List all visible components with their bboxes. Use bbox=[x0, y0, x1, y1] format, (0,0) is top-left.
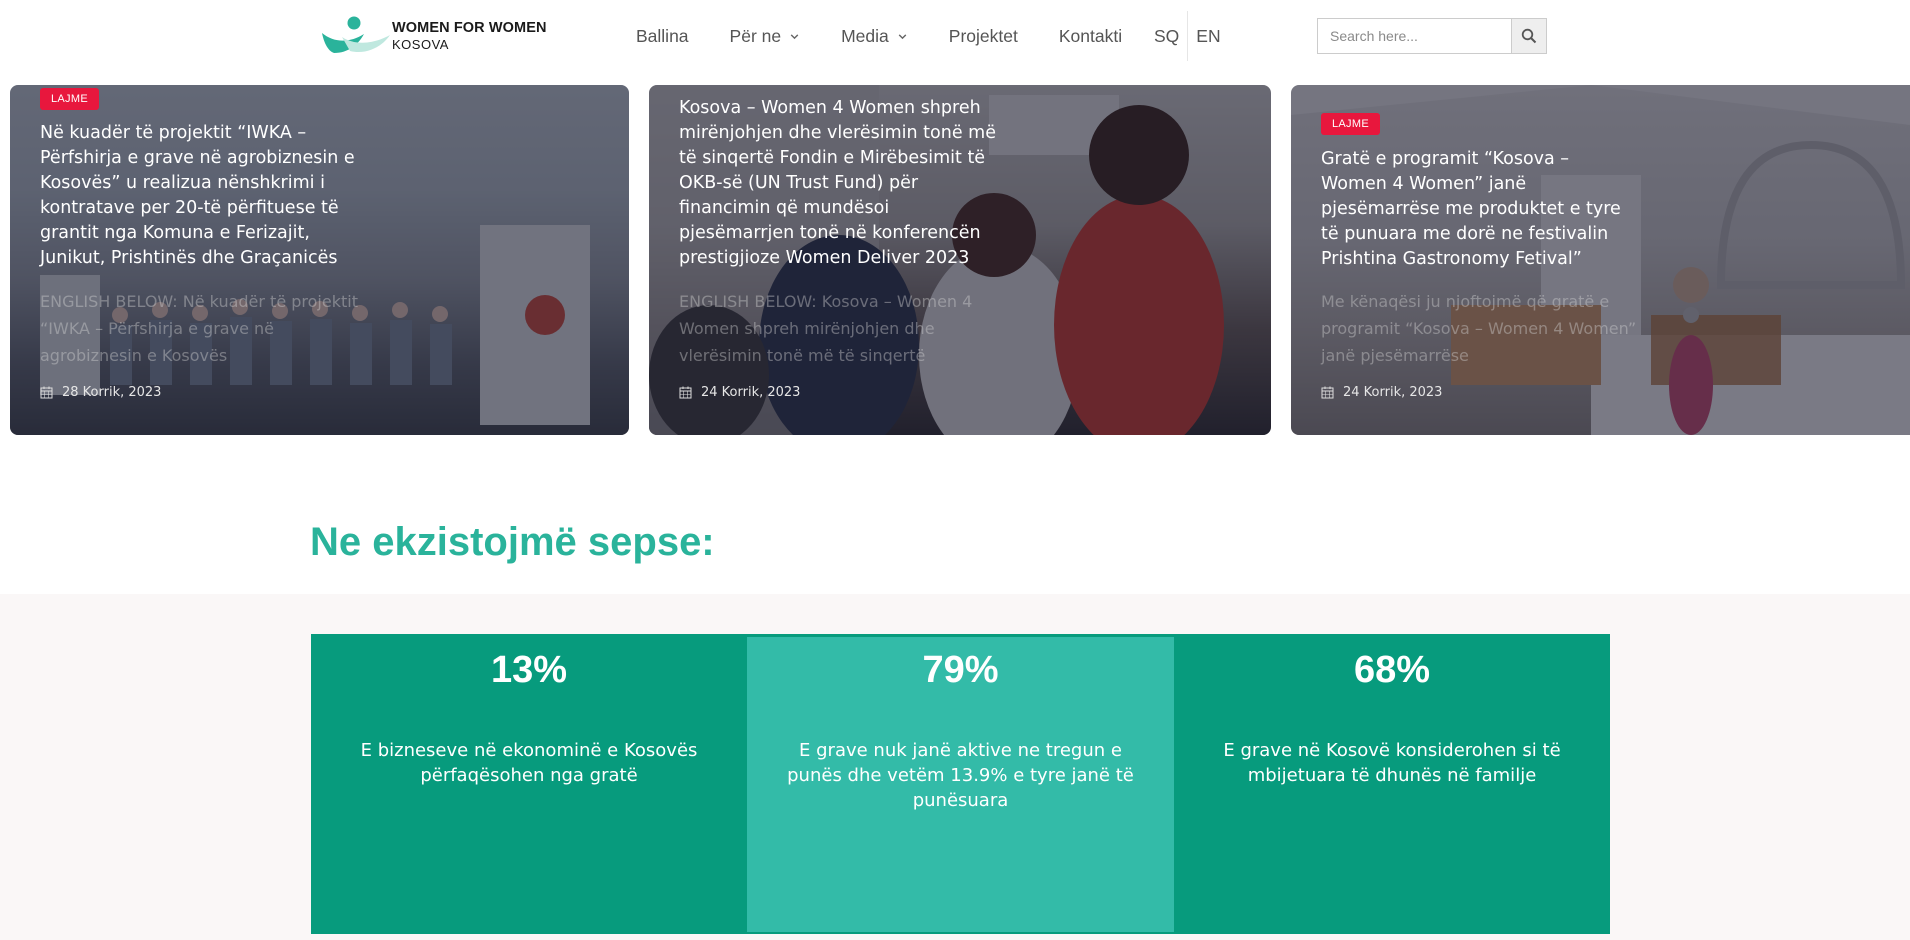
stat-value: 13% bbox=[490, 649, 568, 691]
card-excerpt: Me kënaqësi ju njoftojmë që gratë e prog… bbox=[1321, 292, 1637, 365]
chevron-down-icon bbox=[790, 33, 799, 39]
category-badge[interactable]: LAJME bbox=[40, 88, 99, 110]
card-title[interactable]: Kosova – Women 4 Women shpreh mirënjohje… bbox=[679, 96, 999, 271]
nav-item-per-ne[interactable]: Për ne bbox=[730, 26, 801, 47]
category-badge[interactable]: LAJME bbox=[1321, 113, 1380, 135]
nav-item-projektet[interactable]: Projektet bbox=[949, 26, 1018, 47]
logo-subtitle: KOSOVA bbox=[392, 36, 449, 52]
stat-description: E bizneseve në ekonominë e Kosovës përfa… bbox=[360, 740, 698, 786]
stat-block: 68% E grave në Kosovë konsiderohen si të… bbox=[1174, 634, 1610, 934]
site-header: WOMEN FOR WOMEN KOSOVA Ballina Për ne Me… bbox=[0, 0, 1910, 72]
stat-value: 68% bbox=[1353, 649, 1431, 691]
site-logo[interactable]: WOMEN FOR WOMEN KOSOVA bbox=[320, 15, 552, 57]
nav-label: Ballina bbox=[636, 25, 689, 46]
card-excerpt: ENGLISH BELOW: Në kuadër të projektit “I… bbox=[40, 292, 358, 365]
date-text: 24 Korrik, 2023 bbox=[701, 385, 801, 400]
date-text: 28 Korrik, 2023 bbox=[62, 385, 162, 400]
search-input[interactable] bbox=[1317, 18, 1511, 54]
news-card[interactable]: Kosova – Women 4 Women shpreh mirënjohje… bbox=[649, 85, 1271, 435]
card-date: 24 Korrik, 2023 bbox=[1321, 385, 1442, 400]
lang-en[interactable]: EN bbox=[1196, 26, 1220, 47]
lang-sq[interactable]: SQ bbox=[1154, 26, 1179, 47]
card-date: 28 Korrik, 2023 bbox=[40, 385, 161, 400]
card-title[interactable]: Në kuadër të projektit “IWKA – Përfshirj… bbox=[40, 121, 370, 271]
card-title[interactable]: Gratë e programit “Kosova – Women 4 Wome… bbox=[1321, 147, 1626, 272]
nav-label: Kontakti bbox=[1058, 25, 1123, 46]
stat-description: E grave në Kosovë konsiderohen si të mbi… bbox=[1223, 740, 1561, 786]
main-nav: Ballina Për ne Media Projektet Kontakti bbox=[636, 22, 1163, 50]
stat-block: 13% E bizneseve në ekonominë e Kosovës p… bbox=[311, 634, 747, 934]
news-card[interactable]: LAJME Në kuadër të projektit “IWKA – Për… bbox=[10, 85, 629, 435]
search-button[interactable] bbox=[1511, 18, 1547, 54]
news-card[interactable]: LAJME Gratë e programit “Kosova – Women … bbox=[1291, 85, 1910, 435]
stat-value: 79% bbox=[922, 649, 999, 691]
calendar-icon bbox=[1321, 386, 1334, 399]
calendar-icon bbox=[679, 386, 692, 399]
nav-item-media[interactable]: Media bbox=[841, 26, 908, 47]
nav-item-kontakti[interactable]: Kontakti bbox=[1059, 26, 1122, 47]
calendar-icon bbox=[40, 386, 53, 399]
search-form bbox=[1317, 18, 1547, 54]
stat-description: E grave nuk janë aktive ne tregun e punë… bbox=[787, 740, 1134, 811]
logo-title: WOMEN FOR WOMEN bbox=[392, 20, 547, 37]
language-switcher: SQ EN bbox=[1154, 11, 1221, 61]
logo-icon bbox=[320, 15, 392, 57]
chevron-down-icon bbox=[898, 33, 907, 39]
lang-divider bbox=[1187, 11, 1189, 61]
card-date: 24 Korrik, 2023 bbox=[679, 385, 800, 400]
nav-item-ballina[interactable]: Ballina bbox=[636, 26, 689, 47]
date-text: 24 Korrik, 2023 bbox=[1343, 385, 1443, 400]
nav-label: Media bbox=[841, 25, 889, 46]
section-title: Ne ekzistojmë sepse: bbox=[310, 520, 715, 564]
stats-panel: 13% E bizneseve në ekonominë e Kosovës p… bbox=[311, 634, 1610, 934]
nav-label: Projektet bbox=[948, 25, 1018, 46]
nav-label: Për ne bbox=[729, 25, 782, 46]
stat-block: 79% E grave nuk janë aktive ne tregun e … bbox=[747, 637, 1174, 932]
search-icon bbox=[1521, 28, 1537, 44]
card-excerpt: ENGLISH BELOW: Kosova – Women 4 Women sh… bbox=[679, 292, 973, 365]
